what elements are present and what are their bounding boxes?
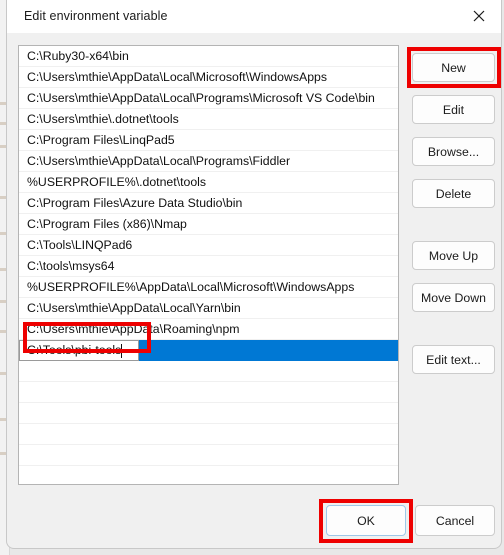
list-item[interactable]: C:\Ruby30-x64\bin (19, 46, 398, 67)
list-item[interactable]: C:\Program Files\LinqPad5 (19, 130, 398, 151)
list-item[interactable]: C:\Users\mthie\AppData\Local\Microsoft\W… (19, 67, 398, 88)
list-item-empty[interactable] (19, 382, 398, 403)
delete-button[interactable]: Delete (412, 179, 495, 208)
list-item-empty[interactable] (19, 424, 398, 445)
list-item[interactable]: C:\Program Files\Azure Data Studio\bin (19, 193, 398, 214)
list-item-empty[interactable] (19, 445, 398, 466)
title-bar: Edit environment variable (7, 0, 501, 33)
list-item-empty[interactable] (19, 361, 398, 382)
list-item-selected[interactable]: C:\Tools\pbi-tools (19, 340, 398, 361)
edit-environment-variable-dialog: Edit environment variable C:\Ruby30-x64\… (6, 0, 502, 549)
new-button[interactable]: New (412, 53, 495, 82)
inline-edit-value: C:\Tools\pbi-tools (27, 343, 122, 357)
list-item-empty[interactable] (19, 466, 398, 484)
edit-button[interactable]: Edit (412, 95, 495, 124)
list-item[interactable]: C:\Tools\LINQPad6 (19, 235, 398, 256)
ok-button[interactable]: OK (326, 505, 406, 536)
list-item[interactable]: C:\Users\mthie\AppData\Local\Programs\Mi… (19, 88, 398, 109)
list-item[interactable]: C:\Users\mthie\AppData\Roaming\npm (19, 319, 398, 340)
list-item[interactable]: C:\Users\mthie\AppData\Local\Yarn\bin (19, 298, 398, 319)
text-caret (121, 343, 123, 358)
list-item[interactable]: %USERPROFILE%\AppData\Local\Microsoft\Wi… (19, 277, 398, 298)
cancel-button[interactable]: Cancel (415, 505, 495, 536)
list-item[interactable]: C:\tools\msys64 (19, 256, 398, 277)
screenshot-root: Edit environment variable C:\Ruby30-x64\… (0, 0, 504, 555)
list-item[interactable]: %USERPROFILE%\.dotnet\tools (19, 172, 398, 193)
move-down-button[interactable]: Move Down (412, 283, 495, 312)
list-item[interactable]: C:\Users\mthie\.dotnet\tools (19, 109, 398, 130)
list-item[interactable]: C:\Program Files (x86)\Nmap (19, 214, 398, 235)
browse-button[interactable]: Browse... (412, 137, 495, 166)
page-title: Edit environment variable (24, 9, 168, 23)
inline-edit-input[interactable]: C:\Tools\pbi-tools (19, 340, 139, 361)
close-icon[interactable] (456, 0, 501, 32)
edit-text-button[interactable]: Edit text... (412, 345, 495, 374)
path-list[interactable]: C:\Ruby30-x64\bin C:\Users\mthie\AppData\… (18, 45, 399, 485)
list-item[interactable]: C:\Users\mthie\AppData\Local\Programs\Fi… (19, 151, 398, 172)
list-item-empty[interactable] (19, 403, 398, 424)
move-up-button[interactable]: Move Up (412, 241, 495, 270)
